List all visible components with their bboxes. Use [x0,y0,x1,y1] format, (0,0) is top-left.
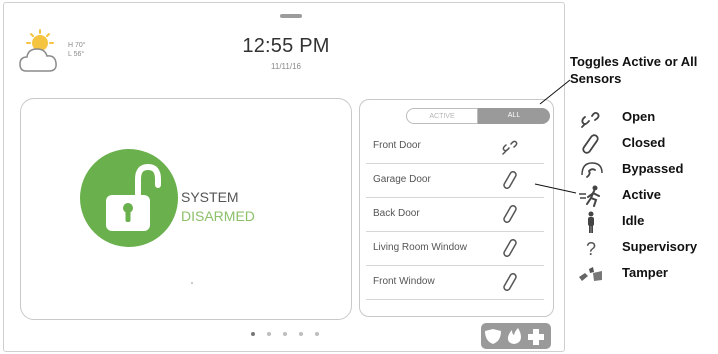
sensor-row[interactable]: Back Door [366,198,544,232]
sensor-filter-toggle[interactable]: ACTIVE ALL [406,108,550,124]
tab-active-sensors[interactable]: ACTIVE [406,108,478,124]
temperature-high: H 70° [68,42,86,49]
partly-cloudy-icon [19,29,57,72]
closed-icon [503,239,517,257]
closed-icon [503,273,517,291]
legend-label: Supervisory [622,239,698,254]
legend-label: Bypassed [622,161,684,176]
legend-row-open: Open [578,105,718,131]
page-dot[interactable] [267,332,271,336]
legend-row-active: Active [578,183,718,209]
icon-legend: Open Closed Bypassed Active Idle ? Super… [578,105,718,287]
legend-label: Closed [622,135,666,150]
plus-icon [528,329,544,345]
open-icon [581,111,600,128]
legend-row-idle: Idle [578,209,718,235]
toggle-callout-text: Toggles Active or All Sensors [570,54,698,86]
sensor-name: Front Window [373,276,435,287]
page-indicator[interactable] [251,332,331,338]
active-motion-icon [579,185,600,207]
closed-icon [582,134,599,154]
clock: 12:55 PM 11/11/16 [226,35,346,71]
idle-person-icon [588,211,594,233]
page-dot[interactable] [283,332,287,336]
legend-label: Open [622,109,656,124]
page-dot[interactable] [251,332,255,336]
clock-date: 11/11/16 [271,62,301,71]
sensor-name: Garage Door [373,174,431,185]
unlocked-padlock-icon [106,163,161,231]
clock-time: 12:55 PM [242,35,330,57]
tamper-icon [579,267,602,281]
sensor-row[interactable]: Garage Door [366,164,544,198]
legend-row-bypassed: Bypassed [578,157,718,183]
panel-screen: H 70° L 56° 12:55 PM 11/11/16 SYSTEM DIS… [3,2,565,352]
legend-row-tamper: Tamper [578,261,718,287]
sensor-panel: ACTIVE ALL Front Door Garage Door Back D… [359,99,554,317]
shield-icon [485,329,501,344]
legend-row-supervisory: ? Supervisory [578,235,718,261]
disarm-toggle-button[interactable] [80,149,178,247]
sensor-row[interactable]: Living Room Window [366,232,544,266]
tab-all-sensors[interactable]: ALL [478,108,550,124]
bypassed-icon [581,162,603,178]
sensor-list[interactable]: Front Door Garage Door Back Door Living … [366,130,544,300]
question-icon: ? [586,239,596,259]
page-dot[interactable] [299,332,303,336]
svg-text:?: ? [586,239,596,259]
security-status-panel[interactable]: SYSTEM DISARMED [20,98,352,320]
flame-icon [507,328,521,344]
sensor-row[interactable]: Front Door [366,130,544,164]
open-icon [502,140,518,155]
legend-label: Idle [622,213,645,228]
weather-widget[interactable]: H 70° L 56° [18,29,108,79]
sensor-name: Front Door [373,140,421,151]
legend-label: Active [622,187,662,202]
system-status-label: SYSTEM [181,189,239,205]
pull-down-handle[interactable] [280,14,302,18]
temperature-low: L 56° [68,51,85,58]
sensor-name: Back Door [373,208,420,219]
legend-row-closed: Closed [578,131,718,157]
legend-label: Tamper [622,265,668,280]
sensor-row[interactable]: Front Window [366,266,544,300]
system-status-value: DISARMED [181,208,255,224]
decorative-speck [191,282,193,284]
closed-icon [503,205,517,223]
closed-icon [503,171,517,189]
emergency-icons [485,328,544,345]
emergency-button[interactable] [481,323,551,349]
page-dot[interactable] [315,332,319,336]
sensor-name: Living Room Window [373,242,467,253]
